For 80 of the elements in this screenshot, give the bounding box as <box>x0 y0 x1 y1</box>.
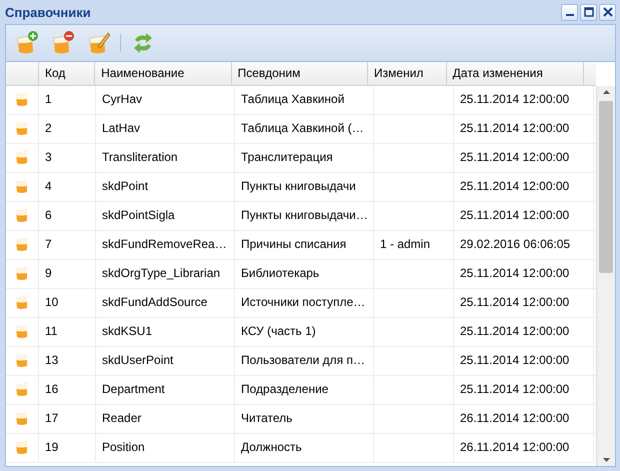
document-icon <box>14 149 30 165</box>
table-cell: 25.11.2014 12:00:00 <box>460 295 570 309</box>
table-cell: skdPointSigla <box>102 208 175 222</box>
table-cell: 11 <box>45 324 58 338</box>
table-cell: 17 <box>45 411 58 425</box>
table-cell: Reader <box>102 411 142 425</box>
table-cell: 19 <box>45 440 58 454</box>
table-cell: 26.11.2014 12:00:00 <box>460 411 570 425</box>
table-cell: 25.11.2014 12:00:00 <box>460 266 570 280</box>
document-icon <box>14 91 30 107</box>
scrollbar[interactable] <box>596 86 615 466</box>
document-icon <box>14 381 30 397</box>
table-cell: Пункты книговыдачи <box>241 179 356 193</box>
table-cell: 13 <box>45 353 58 367</box>
table-cell: skdFundRemoveRea… <box>102 237 227 251</box>
column-header[interactable]: Дата изменения <box>446 62 584 85</box>
table-cell: Библиотекарь <box>241 266 320 280</box>
table-cell: 25.11.2014 12:00:00 <box>460 150 570 164</box>
table-cell: 7 <box>45 237 52 251</box>
maximize-button[interactable] <box>580 4 597 20</box>
column-header[interactable]: Наименование <box>95 62 232 85</box>
table-cell: Department <box>102 382 165 396</box>
table-cell: 16 <box>45 382 58 396</box>
table-cell: 25.11.2014 12:00:00 <box>460 208 570 222</box>
minimize-icon <box>566 14 574 16</box>
column-header[interactable]: Изменил <box>368 62 447 85</box>
document-icon <box>14 120 30 136</box>
maximize-icon <box>582 6 594 18</box>
table-cell: 25.11.2014 12:00:00 <box>460 353 570 367</box>
table-cell: Таблица Хавкиной <box>241 92 344 106</box>
table-cell: 26.11.2014 12:00:00 <box>460 440 570 454</box>
close-button[interactable] <box>599 4 616 20</box>
document-icon <box>14 439 30 455</box>
table-cell: 6 <box>45 208 52 222</box>
table-cell: 25.11.2014 12:00:00 <box>460 324 570 338</box>
table-cell: Пункты книговыдачи… <box>241 208 368 222</box>
table-cell: 1 <box>45 92 52 106</box>
document-icon <box>14 323 30 339</box>
document-icon <box>14 352 30 368</box>
column-header[interactable]: Код <box>39 62 96 85</box>
table-cell: 25.11.2014 12:00:00 <box>460 92 570 106</box>
table-cell: CyrHav <box>102 92 142 106</box>
table-cell: LatHav <box>102 121 140 135</box>
table-cell: skdOrgType_Librarian <box>102 266 220 280</box>
table-cell: 3 <box>45 150 52 164</box>
window-title: Справочники <box>5 4 91 20</box>
table-cell: Транслитерация <box>241 150 333 164</box>
table-cell: Таблица Хавкиной (… <box>241 121 364 135</box>
table-cell: Transliteration <box>102 150 178 164</box>
table-cell: КСУ (часть 1) <box>241 324 316 338</box>
document-icon <box>14 207 30 223</box>
document-icon <box>14 294 30 310</box>
table-cell: skdPoint <box>102 179 148 193</box>
table-cell: Position <box>102 440 145 454</box>
document-icon <box>14 236 30 252</box>
table-cell: skdUserPoint <box>102 353 174 367</box>
table-cell: 25.11.2014 12:00:00 <box>460 179 570 193</box>
table-cell: 25.11.2014 12:00:00 <box>460 121 570 135</box>
table-cell: 29.02.2016 06:06:05 <box>460 237 570 251</box>
table-cell: Читатель <box>241 411 292 425</box>
document-icon <box>14 265 30 281</box>
table-cell: 4 <box>45 179 52 193</box>
table-cell: Пользователи для п… <box>241 353 365 367</box>
table-cell: 9 <box>45 266 52 280</box>
scroll-thumb[interactable] <box>599 101 614 273</box>
table-cell: Должность <box>241 440 302 454</box>
table-cell: skdKSU1 <box>102 324 152 338</box>
table-cell: 1 - admin <box>380 237 430 251</box>
table-cell: 25.11.2014 12:00:00 <box>460 382 570 396</box>
column-header[interactable]: Псевдоним <box>232 62 368 85</box>
minimize-button[interactable] <box>561 4 578 20</box>
document-icon <box>14 410 30 426</box>
table-cell: skdFundAddSource <box>102 295 208 309</box>
table-cell: Причины списания <box>241 237 346 251</box>
table-cell: 2 <box>45 121 52 135</box>
table-cell: 10 <box>45 295 58 309</box>
table-cell: Подразделение <box>241 382 328 396</box>
table-cell: Источники поступле… <box>241 295 366 309</box>
close-icon <box>602 6 614 18</box>
document-icon <box>14 178 30 194</box>
